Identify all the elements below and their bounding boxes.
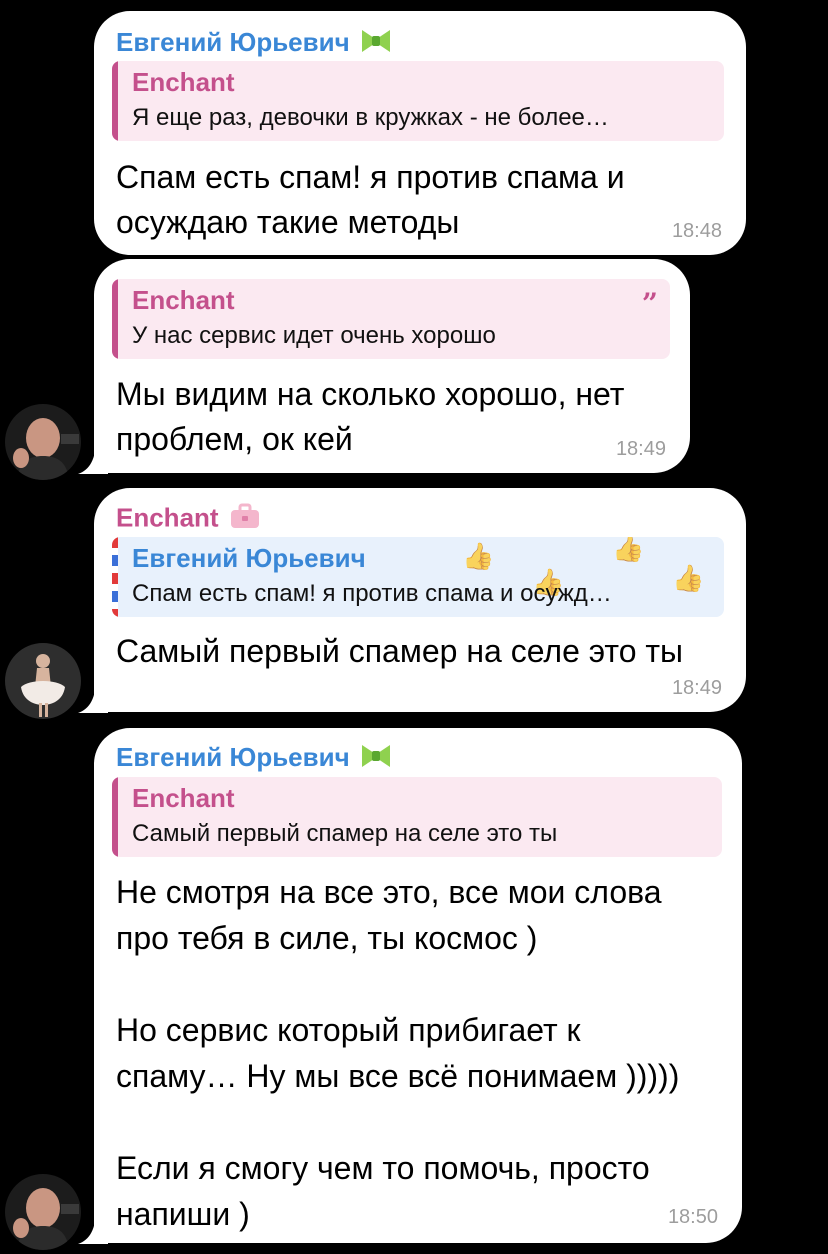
reply-author: Enchant	[132, 67, 235, 97]
message-time: 18:48	[671, 220, 722, 242]
message-text: Мы видим на сколько хорошо, нет проблем,…	[116, 376, 625, 457]
bubble-tail	[78, 679, 108, 713]
avatar-evgeniy[interactable]	[5, 1174, 81, 1250]
green-bow-badge-icon	[360, 28, 392, 61]
green-bow-badge-icon	[360, 743, 392, 776]
thumbs-pattern-icon: 👍	[612, 537, 645, 563]
bubble-tail	[78, 440, 108, 474]
reply-text: Я еще раз, девочки в кружках - не более…	[132, 104, 609, 131]
reply-text: Самый первый спамер на селе это ты	[132, 820, 558, 847]
message-time: 18:49	[615, 438, 666, 460]
reply-text: Спам есть спам! я против спама и осужд…	[132, 580, 612, 607]
reply-author: Enchant	[132, 783, 235, 813]
message-bubble-2[interactable]: Enchant У нас сервис идет очень хорошо ”…	[94, 259, 690, 473]
sender-name[interactable]: Евгений Юрьевич	[116, 742, 392, 776]
quote-icon: ”	[641, 287, 658, 320]
message-time: 18:50	[667, 1206, 718, 1228]
reply-text: У нас сервис идет очень хорошо	[132, 322, 496, 349]
briefcase-badge-icon	[229, 502, 261, 537]
message-bubble-1[interactable]: Евгений Юрьевич Enchant Я еще раз, девоч…	[94, 11, 746, 255]
bubble-tail	[78, 1210, 108, 1244]
reply-preview[interactable]: 👍 👍 👍 👍 Евгений Юрьевич Спам есть спам! …	[112, 537, 724, 617]
message-bubble-3[interactable]: Enchant 👍 👍 👍 👍 Евгений Юрьевич Спам ест…	[94, 488, 746, 712]
sender-name[interactable]: Enchant	[116, 502, 261, 537]
reply-preview[interactable]: Enchant Самый первый спамер на селе это …	[112, 777, 722, 857]
message-text: Самый первый спамер на селе это ты	[116, 633, 684, 669]
avatar-evgeniy[interactable]	[5, 404, 81, 480]
message-text: Не смотря на все это, все мои слова про …	[116, 874, 680, 1232]
thumbs-pattern-icon: 👍	[462, 541, 495, 571]
message-bubble-4[interactable]: Евгений Юрьевич Enchant Самый первый спа…	[94, 728, 742, 1243]
reply-author: Евгений Юрьевич	[132, 543, 366, 573]
sender-name[interactable]: Евгений Юрьевич	[116, 27, 392, 61]
reply-preview[interactable]: Enchant Я еще раз, девочки в кружках - н…	[112, 61, 724, 141]
reply-author: Enchant	[132, 285, 235, 315]
message-time: 18:49	[671, 677, 722, 699]
message-text: Спам есть спам! я против спама и осуждаю…	[116, 159, 625, 240]
avatar-enchant[interactable]	[5, 643, 81, 719]
reply-preview[interactable]: Enchant У нас сервис идет очень хорошо ”	[112, 279, 670, 359]
